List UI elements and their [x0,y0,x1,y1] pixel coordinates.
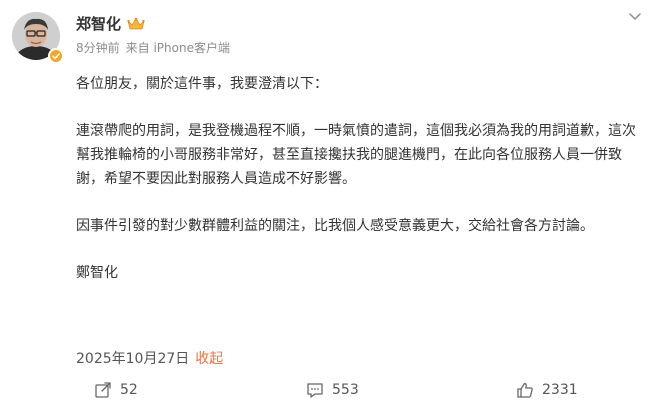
post-paragraph: 因事件引發的對少數群體利益的關注，比我個人感受意義更大，交給社會各方討論。 [76,218,594,234]
crown-badge-icon [127,17,145,29]
comment-count: 553 [332,382,359,398]
post-source: 来自 iPhone客户端 [125,41,230,55]
post-meta: 8分钟前 来自 iPhone客户端 [76,39,230,56]
post-paragraph: 連滾帶爬的用詞，是我登機過程不順，一時氣憤的遣詞，這個我必須為我的用詞道歉，這次… [76,123,636,187]
repost-button[interactable]: 52 [94,381,138,399]
author-row: 郑智化 [76,13,145,34]
post-time[interactable]: 8分钟前 [76,39,120,56]
author-name[interactable]: 郑智化 [76,13,121,34]
thumbs-up-icon [517,382,533,398]
post-body: 各位朋友，關於這件事，我要澄清以下： 連滾帶爬的用詞，是我登機過程不順，一時氣憤… [76,72,638,285]
collapse-link[interactable]: 收起 [195,348,223,368]
post-date: 2025年10月27日 [76,351,190,367]
comment-button[interactable]: 553 [306,381,359,399]
repost-count: 52 [120,382,138,398]
post-signature: 鄭智化 [76,265,118,281]
action-bar: 52 553 2331 [0,381,653,405]
comment-icon [307,383,323,398]
like-count: 2331 [542,382,578,398]
chevron-down-icon[interactable] [627,8,643,24]
repost-icon [95,382,111,398]
post-footer: 2025年10月27日 收起 [76,348,223,368]
like-button[interactable]: 2331 [516,381,578,399]
verified-badge-icon [48,48,64,64]
post-paragraph: 各位朋友，關於這件事，我要澄清以下： [76,76,328,92]
